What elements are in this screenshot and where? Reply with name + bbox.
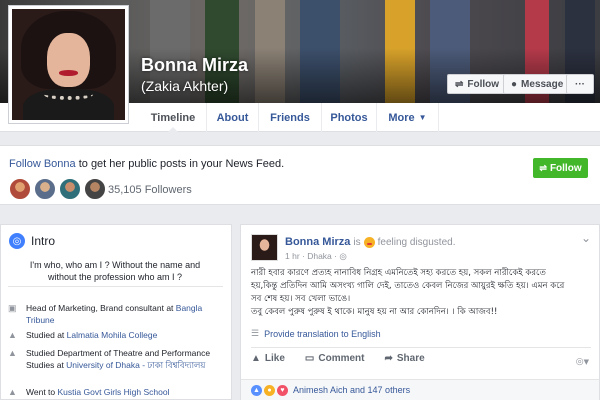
follower-avatar[interactable] [34,178,56,200]
profile-name[interactable]: Bonna Mirza [141,55,248,76]
post-meta: 1 hr · Dhaka · ◎ [285,251,347,262]
tab-more-label: More [388,111,415,124]
post-body-line: নারী হবার কারণে প্রত্যহ নানাবিধ নিগ্রহ এ… [251,268,546,278]
reactions-text[interactable]: Animesh Aich and 147 others [293,385,410,395]
translate-link[interactable]: ☰ Provide translation to English [251,328,381,339]
like-reaction-icon: ▲ [251,384,262,396]
intro-item-link[interactable]: Kustia Govt Girls High School [58,387,170,397]
audience-selector[interactable]: ◎▼ [576,357,589,367]
follow-cover-button[interactable]: ⇌ Follow [447,74,508,94]
rss-icon: ⇌ [455,78,464,90]
post-body-line: তবু কেবল পুরুষ পুরুষ ই থাকে। মানুষ হয় ন… [251,307,498,317]
post-author-avatar[interactable] [251,234,278,261]
messenger-icon: ● [511,78,518,90]
share-button[interactable]: ➦ Share [385,353,425,364]
post-actions: ▲ Like ▭ Comment ➦ Share [251,353,591,364]
intro-item-text: Studied at [26,330,67,340]
tab-timeline-label: Timeline [150,111,196,124]
follow-name-link[interactable]: Bonna [44,158,76,170]
share-icon: ➦ [384,353,393,364]
post-header: Bonna Mirza is feeling disgusted. [285,236,455,248]
intro-header: ◎ Intro [9,233,55,249]
follower-avatar[interactable] [59,178,81,200]
tab-timeline[interactable]: Timeline [140,103,207,133]
post-author-name[interactable]: Bonna Mirza [285,236,350,248]
translate-label: Provide translation to English [264,328,381,339]
rss-icon: ⇌ [539,162,547,173]
follow-button[interactable]: ⇌ Follow [533,158,588,178]
globe-icon: ◎ [575,357,584,367]
tab-photos[interactable]: Photos [322,103,377,132]
intro-item-text: Head of Marketing, Brand consultant at [26,303,176,313]
graduation-cap-icon: ▲ [8,348,17,358]
globe-icon: ◎ [339,251,347,261]
follow-prompt-suffix: to get her public posts in your News Fee… [75,158,285,170]
post-is-text: is [353,236,361,248]
follower-avatar[interactable] [9,178,31,200]
intro-item-work: ▣ Head of Marketing, Brand consultant at… [8,302,223,326]
message-label: Message [521,78,564,90]
tab-more[interactable]: More ▼ [377,103,439,132]
comment-icon: ▭ [304,353,315,364]
post-divider [251,347,591,348]
intro-item-link[interactable]: Lalmatia Mohila College [67,330,158,340]
follower-avatar[interactable] [84,178,106,200]
more-options-button[interactable]: ··· [566,74,594,94]
follower-avatars [9,178,106,200]
tab-friends[interactable]: Friends [259,103,322,132]
love-reaction-icon: ♥ [277,384,288,396]
intro-item-college: ▲ Studied at Lalmatia Mohila College [8,329,223,341]
profile-alternate-name: (Zakia Akhter) [141,78,229,94]
comment-label: Comment [318,353,365,364]
tab-friends-label: Friends [270,111,310,124]
reactions-bar: ▲ ● ♥ Animesh Aich and 147 others [241,379,599,400]
avatar [12,9,125,120]
follow-prompt-box: Follow Bonna to get her public posts in … [0,145,600,205]
like-button[interactable]: ▲ Like [251,353,285,364]
intro-item-link[interactable]: University of Dhaka - ঢাকা বিশ্ববিদ্যালয… [66,360,205,370]
post-timestamp[interactable]: 1 hr · Dhaka · [285,251,339,261]
intro-bio: I'm who, who am I ? Without the name and… [29,260,201,282]
intro-divider [8,286,223,287]
post-options-chevron-icon[interactable]: ⌄ [581,231,591,245]
post-card: Bonna Mirza is feeling disgusted. 1 hr ·… [240,224,600,400]
post-feeling: feeling disgusted. [377,236,456,248]
translate-icon: ☰ [251,328,260,338]
intro-item-school: ▲ Went to Kustia Govt Girls High School [8,386,223,398]
follow-prompt-text: Follow Bonna to get her public posts in … [9,158,284,170]
disgusted-emoji-icon [363,236,375,248]
chevron-down-icon: ▼ [418,113,427,122]
comment-button[interactable]: ▭ Comment [305,353,365,364]
intro-item-text: Went to [26,387,58,397]
follow-button-label: Follow [549,162,582,174]
tab-about[interactable]: About [207,103,259,132]
post-body-line: সব শেষ হয়। সব খেলা ভাঙে। [251,294,351,304]
chevron-down-icon: ▼ [583,358,589,366]
briefcase-icon: ▣ [8,303,17,313]
intro-title: Intro [31,234,56,248]
tab-about-label: About [216,111,249,124]
more-options-label: ··· [575,78,585,90]
message-button[interactable]: ● Message [503,74,572,94]
thumbs-up-icon: ▲ [251,353,261,364]
follow-prompt-prefix: Follow [9,158,44,170]
globe-icon: ◎ [9,233,25,249]
post-body-line: হয়,কিন্তু প্রতিদিন আমি অসংখ্য গালি দেই,… [251,281,565,291]
post-body: নারী হবার কারণে প্রত্যহ নানাবিধ নিগ্রহ এ… [251,267,591,319]
intro-item-university: ▲ Studied Department of Theatre and Perf… [8,347,223,371]
graduation-cap-icon: ▲ [8,387,17,397]
haha-reaction-icon: ● [264,384,275,396]
graduation-cap-icon: ▲ [8,330,17,340]
follow-cover-label: Follow [467,78,500,90]
follower-count[interactable]: 35,105 Followers [108,184,192,196]
like-label: Like [264,353,285,364]
profile-picture[interactable] [8,5,129,124]
share-label: Share [396,353,425,364]
tab-photos-label: Photos [330,111,368,124]
